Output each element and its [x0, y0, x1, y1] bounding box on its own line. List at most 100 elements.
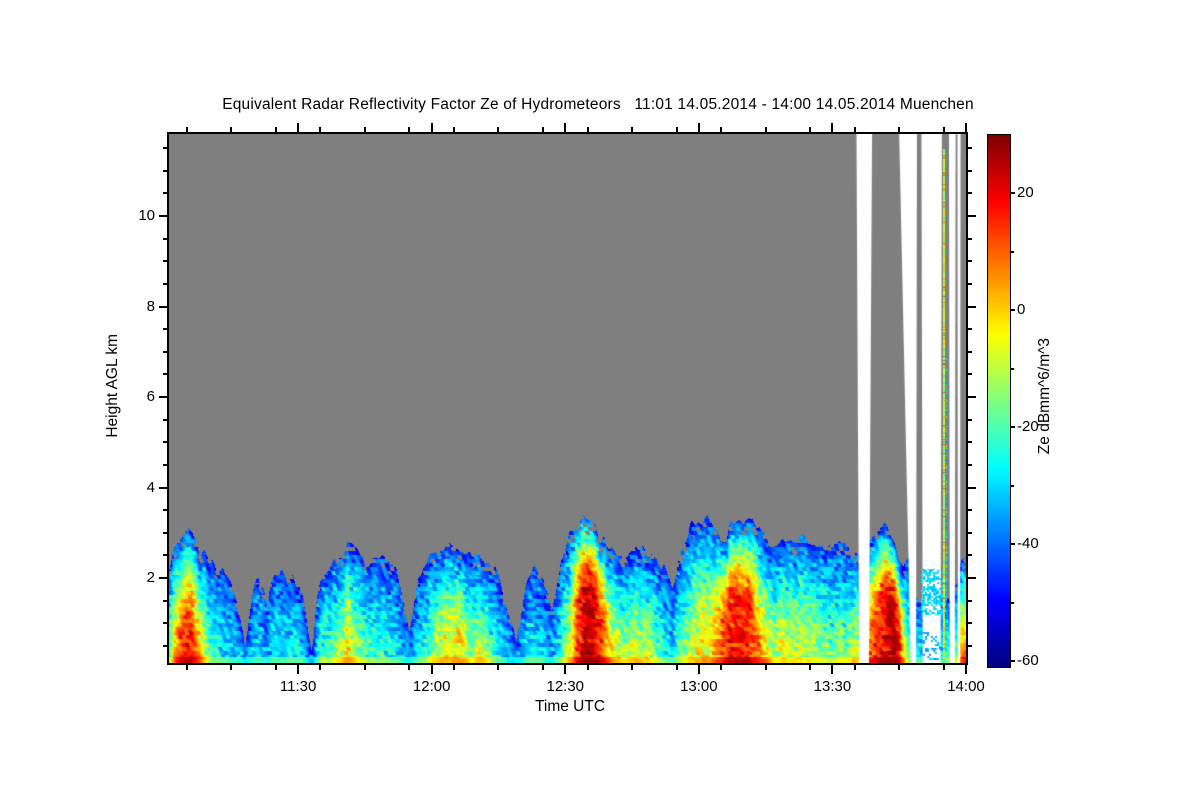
y-minor-tick [163, 418, 167, 421]
x-tick-label: 14:00 [947, 678, 985, 695]
y-minor-tick-right [968, 463, 972, 466]
x-minor-tick-top [942, 127, 945, 132]
y-major-tick-right [968, 396, 976, 398]
y-minor-tick [163, 554, 167, 557]
y-minor-tick [163, 622, 167, 625]
colorbar-tick-label: -40 [1017, 535, 1039, 553]
y-minor-tick [163, 260, 167, 263]
y-minor-tick-right [968, 531, 972, 534]
x-major-tick-top [831, 123, 834, 132]
x-tick-label: 13:00 [680, 678, 718, 695]
y-minor-tick-right [968, 441, 972, 444]
colorbar-major-tick [1011, 192, 1015, 195]
x-major-tick-top [965, 123, 967, 132]
x-minor-tick [230, 665, 233, 670]
colorbar [987, 134, 1011, 668]
x-major-tick [965, 665, 967, 674]
y-major-tick [159, 305, 167, 308]
x-minor-tick [853, 665, 856, 670]
x-major-tick [297, 665, 300, 674]
y-minor-tick [163, 169, 167, 172]
x-minor-tick [319, 665, 322, 670]
x-minor-tick [408, 665, 411, 670]
y-minor-tick-right [968, 147, 972, 150]
x-minor-tick [764, 665, 767, 670]
y-minor-tick-right [968, 554, 972, 557]
x-minor-tick-top [631, 127, 634, 132]
x-minor-tick-top [452, 127, 455, 132]
x-minor-tick-top [720, 127, 723, 132]
x-major-tick-top [564, 123, 567, 132]
x-minor-tick-top [363, 127, 366, 132]
y-minor-tick [163, 328, 167, 331]
colorbar-tick-label: 20 [1017, 184, 1034, 202]
x-tick-label: 11:30 [279, 678, 317, 695]
x-major-tick [430, 665, 433, 674]
y-major-tick [159, 215, 167, 217]
y-minor-tick-right [968, 192, 972, 195]
colorbar-gradient-canvas [988, 135, 1010, 667]
y-minor-tick [163, 192, 167, 195]
y-major-tick-right [968, 305, 976, 308]
x-minor-tick [363, 665, 366, 670]
x-major-tick-top [297, 123, 300, 132]
x-major-tick [697, 665, 700, 674]
y-minor-tick-right [968, 509, 972, 512]
colorbar-minor-tick [1011, 367, 1014, 370]
chart-title: Equivalent Radar Reflectivity Factor Ze … [222, 96, 974, 113]
y-minor-tick-right [968, 260, 972, 263]
x-minor-tick-top [586, 127, 589, 132]
y-tick-label: 4 [146, 478, 155, 496]
x-minor-tick [898, 665, 901, 670]
colorbar-minor-tick [1011, 250, 1014, 253]
y-minor-tick-right [968, 328, 972, 331]
y-minor-tick [163, 509, 167, 512]
x-minor-tick-top [319, 127, 322, 132]
x-minor-tick [497, 665, 500, 670]
y-minor-tick [163, 463, 167, 466]
y-major-tick-right [968, 215, 976, 217]
colorbar-label: Ze dBmm^6/m^3 [1036, 338, 1053, 455]
x-minor-tick-top [898, 127, 901, 132]
y-minor-tick [163, 644, 167, 647]
x-major-tick [564, 665, 567, 674]
x-minor-tick [586, 665, 589, 670]
y-major-tick [159, 486, 167, 489]
x-minor-tick-top [853, 127, 856, 132]
y-tick-label: 6 [146, 388, 155, 405]
x-major-tick-top [430, 123, 433, 132]
y-minor-tick-right [968, 350, 972, 353]
y-minor-tick-right [968, 282, 972, 285]
colorbar-major-tick [1011, 309, 1015, 312]
x-tick-label: 12:00 [412, 678, 451, 695]
x-minor-tick-top [185, 127, 188, 132]
y-minor-tick-right [968, 237, 972, 240]
y-minor-tick-right [968, 622, 972, 625]
colorbar-tick-label: -60 [1017, 652, 1039, 670]
x-tick-label: 13:30 [813, 678, 852, 695]
colorbar-major-tick [1011, 660, 1015, 663]
y-major-tick-right [968, 577, 976, 579]
x-major-tick [831, 665, 834, 674]
x-minor-tick [809, 665, 812, 670]
y-minor-tick-right [968, 169, 972, 172]
x-major-tick-top [697, 123, 700, 132]
x-minor-tick [631, 665, 634, 670]
y-major-tick [159, 577, 167, 579]
y-tick-label: 2 [146, 569, 155, 586]
y-minor-tick-right [968, 599, 972, 602]
y-minor-tick [163, 599, 167, 602]
y-major-tick [159, 396, 167, 398]
x-minor-tick-top [274, 127, 277, 132]
y-axis-label: Height AGL km [104, 334, 121, 438]
x-minor-tick [185, 665, 188, 670]
y-minor-tick [163, 282, 167, 285]
colorbar-tick-label: 0 [1017, 301, 1026, 319]
y-minor-tick-right [968, 373, 972, 376]
y-minor-tick [163, 147, 167, 150]
y-minor-tick [163, 237, 167, 240]
y-minor-tick [163, 531, 167, 534]
x-minor-tick-top [764, 127, 767, 132]
x-minor-tick [274, 665, 277, 670]
x-minor-tick-top [230, 127, 233, 132]
